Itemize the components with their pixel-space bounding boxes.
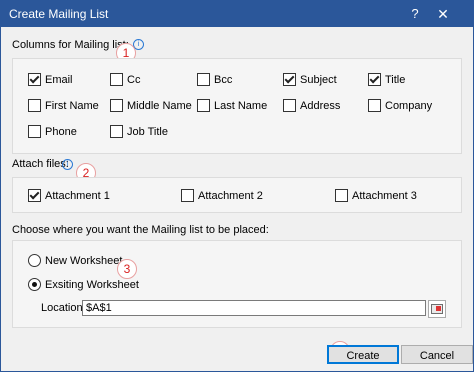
columns-section-label: Columns for Mailing list: xyxy=(12,39,129,51)
placement-section-label: Choose where you want the Mailing list t… xyxy=(12,224,269,236)
cancel-button[interactable]: Cancel xyxy=(401,345,473,364)
checkbox-attachment-2[interactable]: Attachment 2 xyxy=(181,189,263,202)
location-input[interactable] xyxy=(82,300,426,316)
checkbox-box xyxy=(368,73,381,86)
title-bar[interactable]: Create Mailing List ? ✕ xyxy=(1,1,473,27)
checkbox-box xyxy=(28,99,41,112)
placement-panel: New Worksheet Exsiting Worksheet Locatio… xyxy=(12,240,462,328)
checkbox-box xyxy=(197,73,210,86)
checkbox-subject[interactable]: Subject xyxy=(283,73,337,86)
checkbox-box xyxy=(181,189,194,202)
checkbox-label: Attachment 1 xyxy=(45,189,110,202)
dialog-title: Create Mailing List xyxy=(9,7,109,21)
checkbox-label: Phone xyxy=(45,125,77,138)
radio-existing-worksheet[interactable]: Exsiting Worksheet xyxy=(28,278,139,291)
radio-label: Exsiting Worksheet xyxy=(45,278,139,291)
checkbox-address[interactable]: Address xyxy=(283,99,340,112)
checkbox-label: Job Title xyxy=(127,125,168,138)
checkbox-label: Middle Name xyxy=(127,99,192,112)
checkbox-box xyxy=(110,99,123,112)
checkbox-company[interactable]: Company xyxy=(368,99,432,112)
checkbox-first-name[interactable]: First Name xyxy=(28,99,99,112)
checkbox-label: Last Name xyxy=(214,99,268,112)
radio-circle xyxy=(28,254,41,267)
checkbox-label: Attachment 3 xyxy=(352,189,417,202)
create-button[interactable]: Create xyxy=(327,345,399,364)
checkbox-phone[interactable]: Phone xyxy=(28,125,77,138)
close-icon[interactable]: ✕ xyxy=(433,4,453,24)
checkbox-bcc[interactable]: Bcc xyxy=(197,73,232,86)
radio-circle xyxy=(28,278,41,291)
checkbox-label: Company xyxy=(385,99,433,112)
radio-label: New Worksheet xyxy=(45,254,123,267)
checkbox-label: First Name xyxy=(45,99,99,112)
checkbox-box xyxy=(28,125,41,138)
checkbox-title[interactable]: Title xyxy=(368,73,405,86)
checkbox-label: Attachment 2 xyxy=(198,189,263,202)
checkbox-middle-name[interactable]: Middle Name xyxy=(110,99,192,112)
checkbox-box xyxy=(368,99,381,112)
step-badge-3: 3 xyxy=(117,259,137,279)
checkbox-label: Cc xyxy=(127,73,141,86)
checkbox-box xyxy=(110,73,123,86)
create-mailing-list-dialog: Create Mailing List ? ✕ Columns for Mail… xyxy=(0,0,474,372)
checkbox-attachment-3[interactable]: Attachment 3 xyxy=(335,189,417,202)
checkbox-label: Title xyxy=(385,73,406,86)
location-label: Location: xyxy=(41,302,86,314)
info-icon[interactable]: i xyxy=(62,159,73,170)
checkbox-box xyxy=(283,99,296,112)
attach-panel: Attachment 1 Attachment 2 Attachment 3 xyxy=(12,177,462,213)
checkbox-box xyxy=(110,125,123,138)
checkbox-label: Subject xyxy=(300,73,337,86)
checkbox-attachment-1[interactable]: Attachment 1 xyxy=(28,189,110,202)
checkbox-box xyxy=(197,99,210,112)
checkbox-last-name[interactable]: Last Name xyxy=(197,99,267,112)
checkbox-label: Email xyxy=(45,73,73,86)
radio-new-worksheet[interactable]: New Worksheet xyxy=(28,254,122,267)
help-icon[interactable]: ? xyxy=(405,4,425,24)
checkbox-label: Address xyxy=(300,99,341,112)
checkbox-box xyxy=(335,189,348,202)
checkbox-label: Bcc xyxy=(214,73,233,86)
checkbox-cc[interactable]: Cc xyxy=(110,73,140,86)
attach-section-label: Attach files: xyxy=(12,158,69,170)
checkbox-email[interactable]: Email xyxy=(28,73,73,86)
checkbox-box xyxy=(28,73,41,86)
columns-panel: Email Cc Bcc Subject Title First Name Mi… xyxy=(12,58,462,154)
checkbox-job-title[interactable]: Job Title xyxy=(110,125,168,138)
checkbox-box xyxy=(283,73,296,86)
range-arrow xyxy=(436,306,441,311)
checkbox-box xyxy=(28,189,41,202)
range-select-icon[interactable] xyxy=(428,300,446,318)
